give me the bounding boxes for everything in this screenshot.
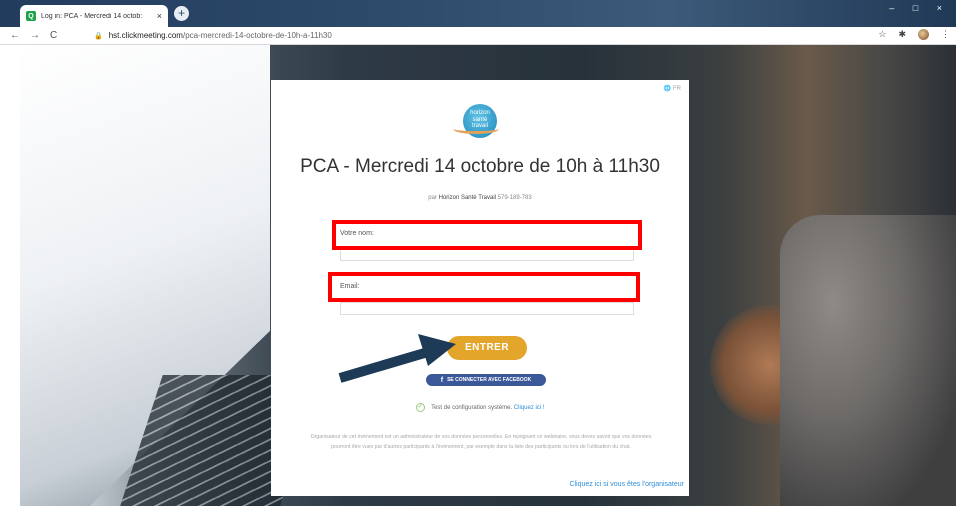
url-field[interactable]: hst.clickmeeting.com/pca-mercredi-14-oct… [109,31,332,40]
system-test-row: ✓ Test de configuration système. Cliquez… [271,403,689,412]
event-byline: par Horizon Santé Travail 579-189-783 [271,195,689,201]
back-arrow-icon[interactable]: ← [10,30,20,41]
logo-text: horizon santé travail [464,110,496,130]
lock-icon[interactable]: 🔒 [94,32,103,40]
system-test-link[interactable]: Cliquez ici ! [514,405,545,411]
reload-icon[interactable]: C [50,30,57,41]
window-controls[interactable]: – □ × [889,3,950,13]
organizer-name: Horizon Santé Travail [438,195,496,201]
browser-menu-icon[interactable]: ⋮ [941,29,950,40]
browser-tab[interactable]: Q Log in: PCA - Mercredi 14 octob: × [20,5,168,27]
profile-avatar[interactable] [918,29,929,40]
browser-tab-bar: Q Log in: PCA - Mercredi 14 octob: × + –… [0,0,956,27]
logo-text-line: travail [471,123,488,129]
bookmark-star-icon[interactable]: ☆ [878,29,886,40]
facebook-icon: f [440,376,444,384]
privacy-disclaimer: Organisateur de cet événement est un adm… [310,434,652,450]
enter-button[interactable]: ENTRER [447,336,527,360]
address-bar: ← → C 🔒 hst.clickmeeting.com/pca-mercred… [0,27,956,45]
background-sweater-arm [780,215,956,506]
browser-toolbar: ☆ ✱ ⋮ [878,29,950,40]
facebook-login-button[interactable]: f SE CONNECTER AVEC FACEBOOK [426,374,546,386]
extensions-puzzle-icon[interactable]: ✱ [898,29,906,40]
close-tab-icon[interactable]: × [157,11,162,21]
navigation-buttons: ← → C [0,30,94,41]
byline-prefix: par [428,195,437,201]
tab-title: Log in: PCA - Mercredi 14 octob: [41,12,143,20]
email-field-highlight [328,272,640,302]
system-test-text: Test de configuration système. [431,405,513,412]
name-field-highlight [332,220,642,250]
url-path: /pca-mercredi-14-octobre-de-10h-a-11h30 [182,31,332,40]
url-domain: hst.clickmeeting.com [108,31,183,40]
event-id: 579-189-783 [497,195,532,201]
system-check-icon: ✓ [415,403,425,412]
email-input[interactable] [340,302,634,315]
event-title: PCA - Mercredi 14 octobre de 10h à 11h30 [300,156,660,177]
language-selector[interactable]: 🌐 FR [664,85,681,92]
new-tab-button[interactable]: + [174,6,189,21]
clickmeeting-favicon-icon: Q [26,11,36,21]
organizer-login-link[interactable]: Cliquez ici si vous êtes l'organisateur [569,481,684,488]
horizon-sante-travail-logo: horizon santé travail [453,104,505,138]
forward-arrow-icon[interactable]: → [30,30,40,41]
facebook-button-label: SE CONNECTER AVEC FACEBOOK [447,377,532,383]
